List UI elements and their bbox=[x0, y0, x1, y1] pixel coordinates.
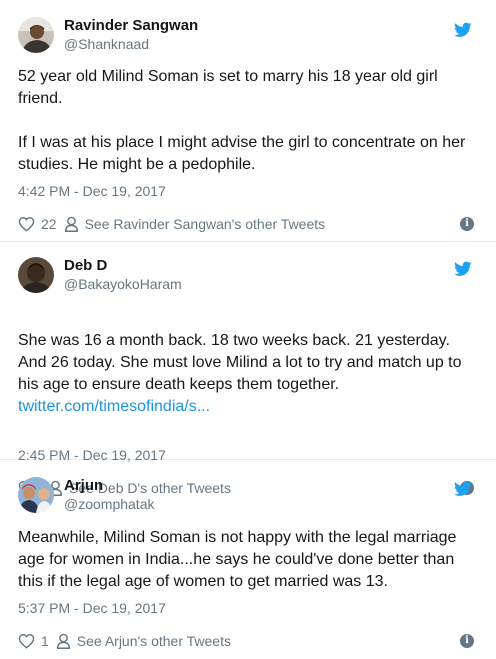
tweet-text: Meanwhile, Milind Soman is not happy wit… bbox=[18, 529, 457, 590]
avatar[interactable] bbox=[18, 477, 54, 513]
avatar[interactable] bbox=[18, 17, 54, 53]
person-icon bbox=[56, 633, 70, 649]
twitter-bird-icon[interactable] bbox=[454, 481, 472, 497]
user-handle[interactable]: @zoomphatak bbox=[64, 495, 154, 513]
tweet-header: Arjun @zoomphatak bbox=[18, 460, 476, 513]
user-handle[interactable]: @BakayokoHaram bbox=[64, 275, 182, 293]
author-names: Ravinder Sangwan @Shanknaad bbox=[64, 17, 198, 53]
heart-icon[interactable] bbox=[18, 216, 35, 232]
heart-icon[interactable] bbox=[18, 633, 35, 649]
tweet-card[interactable]: Deb D @BakayokoHaram She was 16 a month … bbox=[0, 242, 496, 496]
author-names: Arjun @zoomphatak bbox=[64, 477, 154, 513]
display-name[interactable]: Deb D bbox=[64, 257, 182, 275]
tweet-link[interactable]: twitter.com/timesofindia/s... bbox=[18, 396, 476, 418]
info-icon[interactable]: i bbox=[460, 217, 474, 231]
like-count: 1 bbox=[41, 633, 49, 649]
info-icon[interactable]: i bbox=[460, 634, 474, 648]
tweet-card[interactable]: Ravinder Sangwan @Shanknaad 52 year old … bbox=[0, 0, 496, 242]
tweet-card[interactable]: Arjun @zoomphatak Meanwhile, Milind Soma… bbox=[0, 460, 496, 659]
twitter-bird-icon[interactable] bbox=[454, 261, 472, 277]
tweet-actions: 22 See Ravinder Sangwan's other Tweets i bbox=[18, 213, 476, 235]
author-names: Deb D @BakayokoHaram bbox=[64, 257, 182, 293]
tweet-text: 52 year old Milind Soman is set to marry… bbox=[18, 68, 466, 173]
tweet-feed: Ravinder Sangwan @Shanknaad 52 year old … bbox=[0, 0, 496, 659]
other-tweets-link[interactable]: See Ravinder Sangwan's other Tweets bbox=[85, 216, 326, 232]
like-count: 22 bbox=[41, 216, 57, 232]
person-icon bbox=[64, 216, 78, 232]
tweet-timestamp[interactable]: 5:37 PM - Dec 19, 2017 bbox=[18, 599, 476, 617]
twitter-bird-icon[interactable] bbox=[454, 22, 472, 38]
display-name[interactable]: Arjun bbox=[64, 477, 154, 495]
tweet-text: She was 16 a month back. 18 two weeks ba… bbox=[18, 308, 476, 440]
tweet-actions: 1 See Arjun's other Tweets i bbox=[18, 630, 476, 652]
display-name[interactable]: Ravinder Sangwan bbox=[64, 17, 198, 35]
tweet-header: Deb D @BakayokoHaram bbox=[18, 242, 476, 294]
tweet-header: Ravinder Sangwan @Shanknaad bbox=[18, 0, 476, 53]
user-handle[interactable]: @Shanknaad bbox=[64, 35, 198, 53]
avatar[interactable] bbox=[18, 257, 54, 293]
tweet-timestamp[interactable]: 4:42 PM - Dec 19, 2017 bbox=[18, 182, 476, 200]
tweet-body: She was 16 a month back. 18 two weeks ba… bbox=[18, 332, 462, 393]
other-tweets-link[interactable]: See Arjun's other Tweets bbox=[77, 633, 231, 649]
